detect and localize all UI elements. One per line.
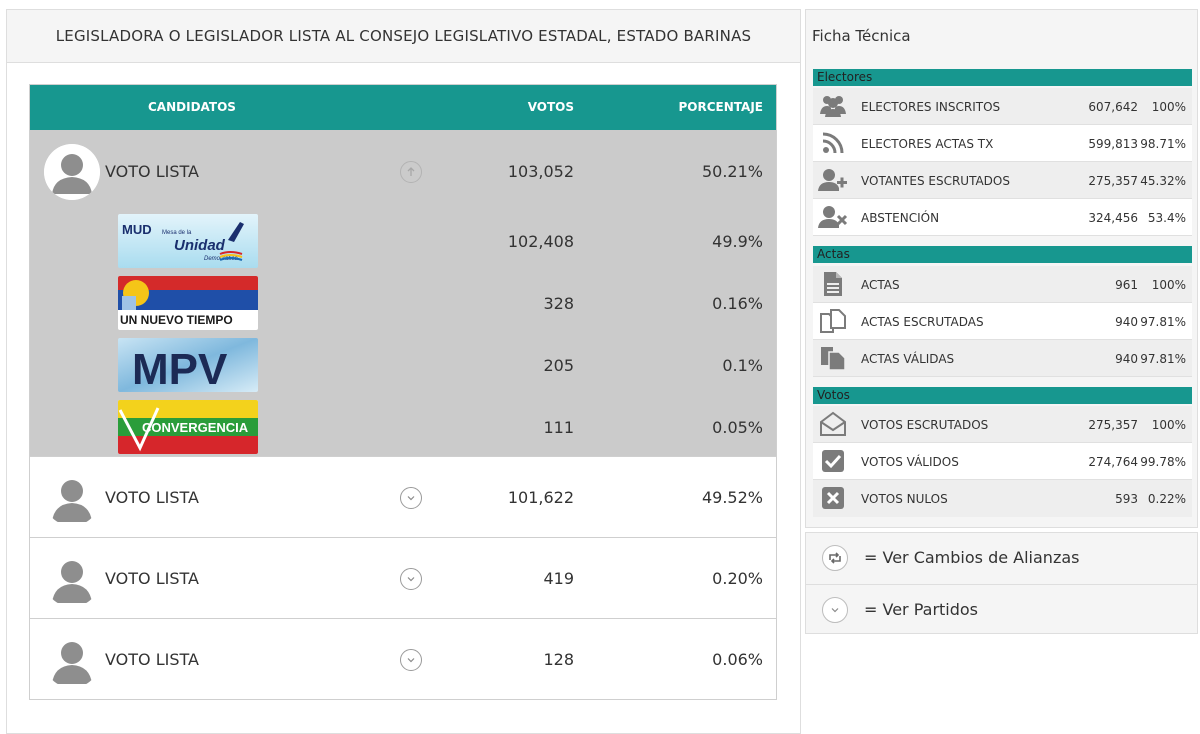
party-votes: 205 [543,356,574,375]
section-actas: Actas [813,246,1192,263]
stat-row: VOTANTES ESCRUTADOS 275,357 45.32% [813,162,1192,199]
column-header-votos: VOTOS [527,100,574,114]
stat-row: VOTOS ESCRUTADOS 275,357 100% [813,406,1192,443]
stat-row: ELECTORES INSCRITOS 607,642 100% [813,88,1192,125]
actions-panel: = Ver Cambios de Alianzas = Ver Partidos [805,532,1198,634]
file-copy-icon [818,345,848,371]
candidate-name: VOTO LISTA [105,162,199,181]
party-votes: 328 [543,294,574,313]
party-row: MPV 205 0.1% [30,338,776,400]
convergencia-logo-text: CONVERGENCIA [142,420,249,435]
candidate-votes: 101,622 [507,488,574,507]
user-times-icon [818,204,848,230]
party-votes: 111 [543,418,574,437]
retweet-icon [822,545,848,571]
candidate-percent: 50.21% [701,162,763,181]
ver-cambios-alianzas-label: = Ver Cambios de Alianzas [864,548,1080,567]
column-header-candidatos: CANDIDATOS [148,100,236,114]
expand-toggle-button[interactable] [400,487,422,509]
mpv-logo-text: MPV [132,345,228,392]
candidate-name: VOTO LISTA [105,650,199,669]
column-header-porcentaje: PORCENTAJE [678,100,764,114]
chevron-down-icon [407,577,415,582]
files-icon [818,308,848,334]
table-header: CANDIDATOS VOTOS PORCENTAJE [30,85,776,130]
stat-row: ACTAS 961 100% [813,266,1192,303]
ver-cambios-alianzas-button[interactable]: = Ver Cambios de Alianzas [806,533,1197,583]
section-votos: Votos [813,387,1192,404]
candidate-name: VOTO LISTA [105,569,199,588]
party-percent: 0.16% [712,294,763,313]
candidate-votes: 103,052 [507,162,574,181]
section-electores: Electores [813,69,1192,86]
users-icon [818,93,848,119]
stat-row: VOTOS VÁLIDOS 274,764 99.78% [813,443,1192,480]
avatar-icon [44,551,100,607]
candidate-row[interactable]: VOTO LISTA 103,052 50.21% MUD Mesa de la… [30,130,776,457]
candidate-row[interactable]: VOTO LISTA 419 0.20% [30,538,776,619]
stat-row: ACTAS ESCRUTADAS 940 97.81% [813,303,1192,340]
ver-partidos-label: = Ver Partidos [864,600,979,619]
party-percent: 0.05% [712,418,763,437]
expand-toggle-button[interactable] [400,568,422,590]
candidate-row[interactable]: VOTO LISTA 101,622 49.52% [30,457,776,538]
ver-partidos-button[interactable]: = Ver Partidos [806,584,1197,635]
mpv-logo: MPV [118,338,258,392]
page-title: LEGISLADORA O LEGISLADOR LISTA AL CONSEJ… [7,10,800,63]
avatar-icon [44,144,100,200]
close-square-icon [818,485,848,511]
stat-row: ABSTENCIÓN 324,456 53.4% [813,199,1192,236]
arrow-up-icon [407,167,415,176]
stat-row: ELECTORES ACTAS TX 599,813 98.71% [813,125,1192,162]
mud-logo: MUD Mesa de la Unidad Democrática [118,214,258,268]
chevron-down-icon [407,496,415,501]
results-panel: LEGISLADORA O LEGISLADOR LISTA AL CONSEJ… [6,9,801,734]
candidate-percent: 0.20% [712,569,763,588]
svg-text:Unidad: Unidad [174,237,226,254]
ficha-tecnica-panel: Ficha Técnica Electores ELECTORES INSCRI… [805,9,1198,528]
results-table: CANDIDATOS VOTOS PORCENTAJE VOTO LISTA 1… [29,84,777,700]
avatar-icon [44,632,100,688]
party-row: MUD Mesa de la Unidad Democrática 102,40… [30,214,776,276]
un-nuevo-tiempo-logo: UN NUEVO TIEMPO [118,276,258,330]
party-percent: 0.1% [722,356,763,375]
party-row: UN NUEVO TIEMPO 328 0.16% [30,276,776,338]
candidate-percent: 49.52% [701,488,763,507]
chevron-down-icon [822,597,848,623]
party-percent: 49.9% [712,232,763,251]
chevron-down-icon [407,658,415,663]
envelope-open-icon [818,411,848,437]
unt-logo-text: UN NUEVO TIEMPO [120,313,233,327]
file-icon [818,271,848,297]
avatar-icon [44,470,100,526]
party-votes: 102,408 [507,232,574,251]
collapse-toggle-button[interactable] [400,161,422,183]
check-square-icon [818,448,848,474]
convergencia-logo: CONVERGENCIA [118,400,258,454]
party-row: CONVERGENCIA 111 0.05% [30,400,776,462]
candidate-percent: 0.06% [712,650,763,669]
candidate-votes: 128 [543,650,574,669]
stat-row: VOTOS NULOS 593 0.22% [813,480,1192,517]
rss-icon [818,130,848,156]
expand-toggle-button[interactable] [400,649,422,671]
candidate-row[interactable]: VOTO LISTA 128 0.06% [30,619,776,699]
svg-text:Mesa de la: Mesa de la [162,230,192,236]
stat-row: ACTAS VÁLIDAS 940 97.81% [813,340,1192,377]
candidate-votes: 419 [543,569,574,588]
mud-logo-text: MUD [122,222,152,237]
user-plus-icon [818,167,848,193]
candidate-name: VOTO LISTA [105,488,199,507]
ficha-title: Ficha Técnica [812,27,911,45]
